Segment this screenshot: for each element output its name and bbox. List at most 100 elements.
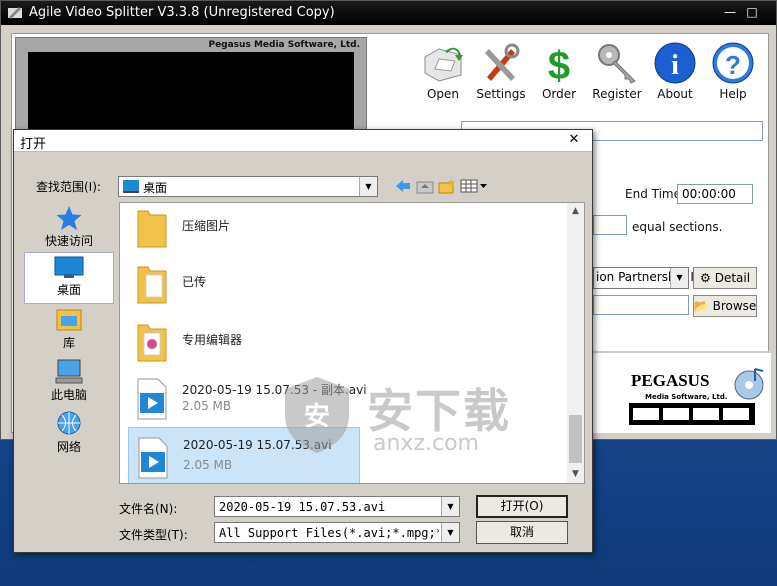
logo-sub: Media Software, Ltd. <box>645 393 728 401</box>
filename-dropdown-arrow[interactable]: ▼ <box>441 497 459 516</box>
scroll-up-button[interactable]: ▲ <box>567 203 584 220</box>
profile-dropdown-arrow[interactable]: ▼ <box>670 268 688 288</box>
filename-label: 文件名(N): <box>119 502 178 516</box>
folder-icon <box>137 210 167 248</box>
open-dialog: 打开 ✕ 查找范围(I): 桌面 ▼ 快速访问 桌面 库 此电脑 网络 压缩图片… <box>13 129 593 553</box>
places-bar: 快速访问 桌面 库 此电脑 网络 <box>24 202 116 472</box>
file-list: 压缩图片 已传 专用编辑器 2020-05-19 15.07.53 - 副本.a… <box>119 202 585 484</box>
place-desktop[interactable]: 桌面 <box>24 252 114 304</box>
order-label: Order <box>541 87 577 101</box>
file-name: 压缩图片 <box>182 219 231 233</box>
svg-text:?: ? <box>725 50 741 80</box>
place-quick-access[interactable]: 快速访问 <box>24 202 114 254</box>
minimize-button[interactable]: — <box>721 4 739 20</box>
detail-label: Detail <box>714 271 751 285</box>
pegasus-logo: PEGASUS Media Software, Ltd. <box>629 368 764 429</box>
place-label: 库 <box>62 336 75 350</box>
place-network[interactable]: 网络 <box>24 408 114 460</box>
app-logo-icon <box>8 7 22 19</box>
settings-button[interactable]: Settings <box>471 41 531 109</box>
folder-icon <box>137 266 167 304</box>
place-label: 快速访问 <box>44 234 93 248</box>
browse-label: Browse <box>712 299 757 313</box>
settings-label: Settings <box>476 87 526 101</box>
music-disc-icon <box>734 368 764 400</box>
tools-icon <box>485 43 520 81</box>
film-strip <box>629 403 755 425</box>
end-time-field[interactable]: 00:00:00 <box>677 184 753 204</box>
sections-count-field[interactable] <box>593 215 627 235</box>
about-button[interactable]: i About <box>645 41 705 109</box>
order-button[interactable]: $ Order <box>529 41 589 109</box>
place-this-pc[interactable]: 此电脑 <box>24 356 114 408</box>
help-button[interactable]: ? Help <box>703 41 763 109</box>
list-item-folder[interactable]: 压缩图片 <box>128 203 360 255</box>
folder-icon: 📂 <box>693 299 709 313</box>
app-titlebar: Agile Video Splitter V3.3.8 (Unregistere… <box>1 1 776 25</box>
svg-text:$: $ <box>548 44 570 85</box>
cancel-button[interactable]: 取消 <box>476 521 568 544</box>
profile-select[interactable]: ion Partnership I ▼ <box>593 267 694 289</box>
file-name: 专用编辑器 <box>182 333 243 347</box>
computer-icon <box>55 359 83 384</box>
gear-icon: ⚙ <box>699 271 711 285</box>
video-file-icon <box>137 378 167 420</box>
view-menu-icon[interactable] <box>460 178 488 194</box>
look-in-dropdown-arrow[interactable]: ▼ <box>359 177 377 196</box>
file-size: 2.05 MB <box>183 458 233 472</box>
file-list-scrollbar[interactable]: ▲ ▼ <box>567 203 584 483</box>
file-name: 2020-05-19 15.07.53.avi <box>183 438 332 452</box>
open-label: Open <box>426 87 460 101</box>
maximize-button[interactable]: □ <box>743 4 761 20</box>
app-title: Agile Video Splitter V3.3.8 (Unregistere… <box>29 5 335 20</box>
register-button[interactable]: Register <box>587 41 647 109</box>
scroll-thumb[interactable] <box>569 415 582 463</box>
preview-brand: Pegasus Media Software, Ltd. <box>208 40 360 50</box>
help-icon: ? <box>712 42 754 84</box>
logo-name: PEGASUS <box>631 371 710 390</box>
file-size: 2.05 MB <box>182 399 232 413</box>
filename-value: 2020-05-19 15.07.53.avi <box>219 500 386 514</box>
desktop-icon <box>54 256 84 278</box>
list-item-file-selected[interactable]: 2020-05-19 15.07.53.avi 2.05 MB <box>128 427 360 483</box>
open-folder-icon <box>424 47 463 82</box>
detail-button[interactable]: ⚙ Detail <box>693 267 757 289</box>
look-in-label: 查找范围(I): <box>36 180 101 194</box>
open-dialog-button[interactable]: 打开(O) <box>476 495 568 518</box>
back-arrow-icon[interactable] <box>394 178 412 194</box>
browse-button[interactable]: 📂 Browse <box>693 295 757 317</box>
up-folder-icon[interactable] <box>416 178 434 194</box>
dialog-close-button[interactable]: ✕ <box>562 132 586 148</box>
file-name: 2020-05-19 15.07.53 - 副本.avi <box>182 383 367 397</box>
scroll-down-button[interactable]: ▼ <box>567 466 584 483</box>
file-name: 已传 <box>182 275 207 289</box>
open-button[interactable]: Open <box>413 41 473 109</box>
list-item-folder[interactable]: 已传 <box>128 255 360 311</box>
place-label: 桌面 <box>56 283 81 297</box>
help-label: Help <box>719 87 747 101</box>
register-label: Register <box>592 87 642 101</box>
about-label: About <box>657 87 693 101</box>
dialog-title: 打开 <box>20 137 47 152</box>
dollar-icon: $ <box>548 44 570 85</box>
filetype-value: All Support Files(*.avi;*.mpg;*.mpeg; <box>219 526 439 540</box>
place-label: 此电脑 <box>50 388 87 402</box>
folder-icon <box>137 324 167 362</box>
library-icon <box>56 309 82 331</box>
filetype-dropdown-arrow[interactable]: ▼ <box>441 523 459 542</box>
equal-sections-label: equal sections. <box>632 220 723 234</box>
dialog-titlebar: 打开 ✕ <box>14 130 592 152</box>
list-item-file[interactable]: 2020-05-19 15.07.53 - 副本.avi 2.05 MB <box>128 369 367 425</box>
filetype-select[interactable]: All Support Files(*.avi;*.mpg;*.mpeg; ▼ <box>214 522 460 543</box>
new-folder-icon[interactable] <box>438 178 456 194</box>
output-folder-field[interactable] <box>593 295 689 315</box>
star-icon <box>56 206 82 230</box>
place-library[interactable]: 库 <box>24 304 114 356</box>
look-in-select[interactable]: 桌面 ▼ <box>118 176 378 197</box>
filetype-label: 文件类型(T): <box>119 528 188 542</box>
place-label: 网络 <box>56 440 81 454</box>
list-item-folder[interactable]: 专用编辑器 <box>128 313 360 369</box>
look-in-value: 桌面 <box>143 181 168 195</box>
filename-input[interactable]: 2020-05-19 15.07.53.avi ▼ <box>214 496 460 517</box>
desktop-small-icon <box>123 180 139 193</box>
